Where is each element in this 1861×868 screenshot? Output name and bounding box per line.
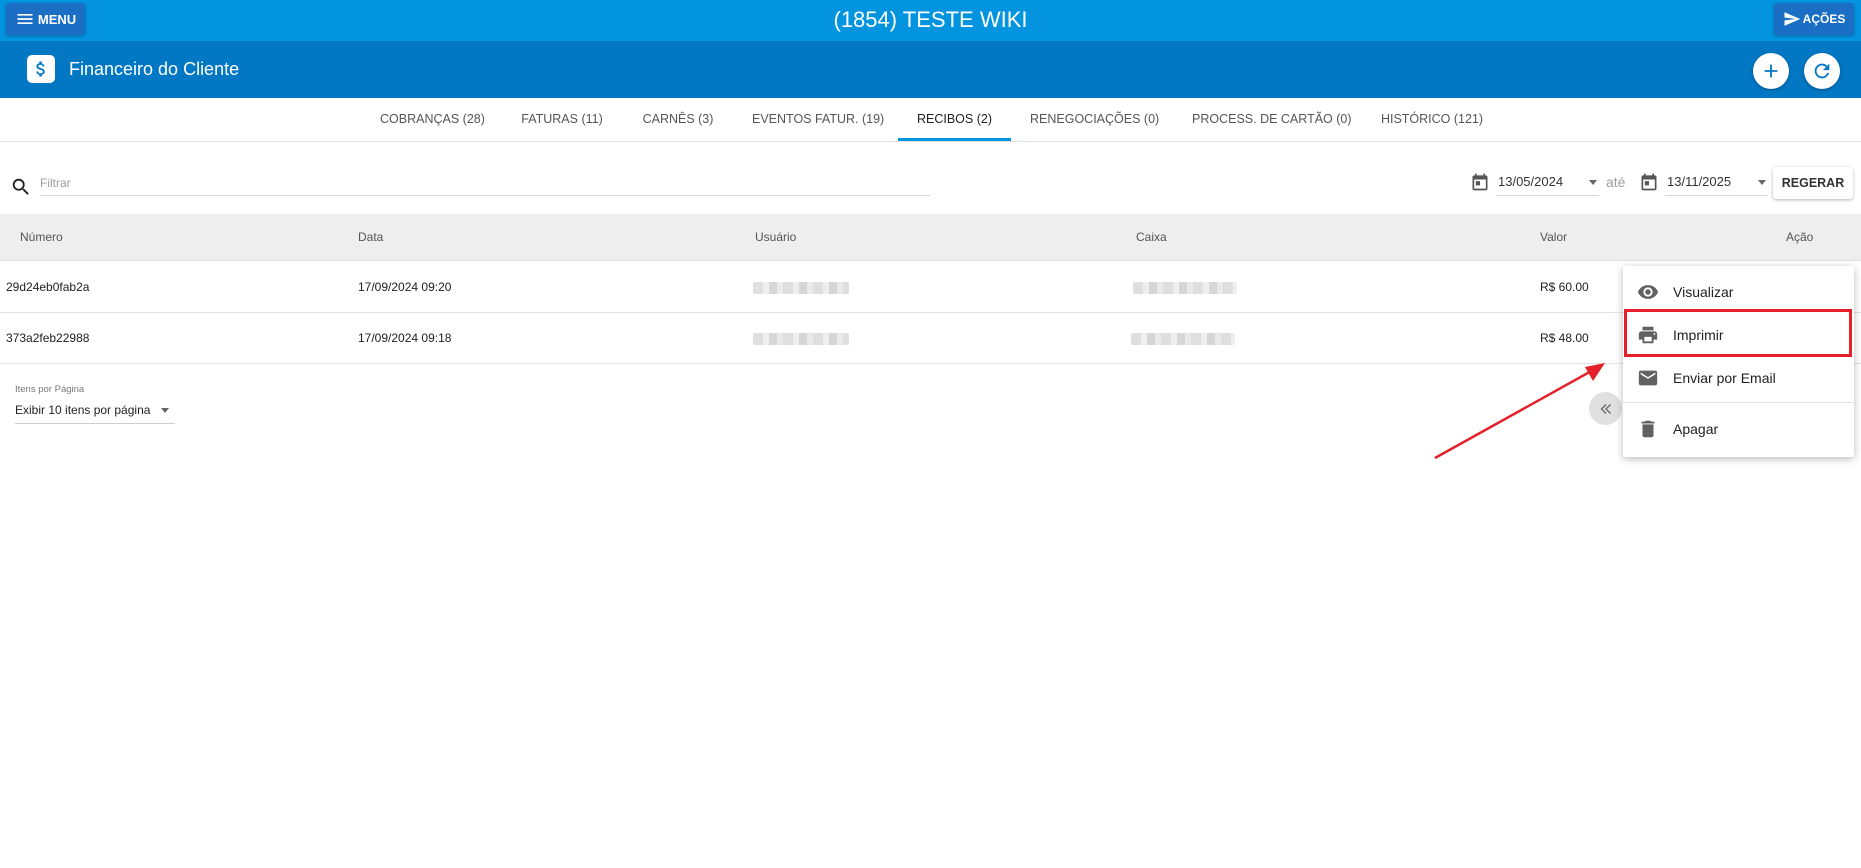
per-page-value: Exibir 10 itens por página [15,403,151,417]
search-icon [12,178,29,195]
chevron-down-icon [1758,180,1766,185]
redacted-caixa [1133,282,1237,294]
column-header-numero[interactable]: Número [20,214,63,261]
tab-carnes[interactable]: CARNÊS (3) [642,98,714,142]
page-header: Financeiro do Cliente [0,41,1861,98]
refresh-button[interactable] [1804,53,1840,89]
tab-historico[interactable]: HISTÓRICO (121) [1380,98,1484,142]
menu-item-apagar[interactable]: Apagar [1623,408,1854,450]
tab-renegociacoes[interactable]: RENEGOCIAÇÕES (0) [1030,98,1159,142]
chevron-down-icon [161,408,169,413]
date-to-field[interactable]: 13/11/2025 [1665,170,1768,196]
column-header-acao: Ação [1786,230,1814,244]
menu-button[interactable]: MENU [6,3,85,35]
tab-bar: COBRANÇAS (28) FATURAS (11) CARNÊS (3) E… [0,98,1861,142]
chevron-down-icon [1589,180,1597,185]
tab-cobrancas[interactable]: COBRANÇAS (28) [380,98,485,142]
redacted-usuario [753,282,849,294]
menu-item-enviar-email[interactable]: Enviar por Email [1623,357,1854,399]
refresh-icon [1814,63,1830,79]
calendar-icon[interactable] [1639,172,1659,192]
trash-icon [1641,420,1655,438]
column-header-valor[interactable]: Valor [1540,214,1567,261]
cell-numero: 373a2feb22988 [6,331,90,345]
page-title: Financeiro do Cliente [69,59,240,79]
column-header-usuario[interactable]: Usuário [755,214,796,261]
acoes-button[interactable]: AÇÕES [1774,3,1854,35]
red-arrow-annotation [1434,363,1605,460]
date-to-value: 13/11/2025 [1667,174,1732,189]
action-menu: Visualizar Imprimir Enviar por Email Apa… [1623,266,1854,457]
top-bar: MENU (1854) TESTE WIKI AÇÕES [0,0,1861,41]
acoes-button-label: AÇÕES [1802,12,1846,26]
app-title: (1854) TESTE WIKI [833,7,1028,32]
menu-item-visualizar[interactable]: Visualizar [1623,271,1854,313]
cell-numero: 29d24eb0fab2a [6,280,90,294]
per-page-select[interactable]: Exibir 10 itens por página [15,398,175,424]
tab-recibos[interactable]: RECIBOS (2) [898,98,1011,142]
cell-data: 17/09/2024 09:18 [358,331,452,345]
table-row[interactable]: 29d24eb0fab2a 17/09/2024 09:20 R$ 60.00 [0,262,1861,313]
regerar-button[interactable]: REGERAR [1773,167,1853,199]
add-button[interactable] [1753,53,1789,89]
menu-item-label: Enviar por Email [1673,370,1776,386]
dollar-icon [27,55,55,83]
send-icon [1784,12,1800,26]
column-header-data[interactable]: Data [358,214,383,261]
menu-button-label: MENU [37,11,77,27]
cell-valor: R$ 60.00 [1540,280,1589,294]
menu-item-label: Visualizar [1673,284,1734,300]
date-from-value: 13/05/2024 [1498,174,1564,189]
active-tab-indicator [898,138,1011,141]
column-header-caixa[interactable]: Caixa [1136,214,1167,261]
menu-divider [1623,402,1854,403]
tab-process-cartao[interactable]: PROCESS. DE CARTÃO (0) [1192,98,1352,142]
table-header: Número Data Usuário Caixa Valor Ação [0,214,1861,261]
date-separator: até [1606,174,1626,190]
filter-input[interactable] [40,171,930,196]
mail-icon [1638,370,1658,386]
date-from-field[interactable]: 13/05/2024 [1496,170,1599,196]
per-page-label: Itens por Página [15,384,85,395]
cell-data: 17/09/2024 09:20 [358,280,452,294]
menu-item-label: Apagar [1673,421,1719,437]
eye-icon [1637,285,1659,299]
tab-faturas[interactable]: FATURAS (11) [518,98,606,142]
tab-eventos-fatur[interactable]: EVENTOS FATUR. (19) [752,98,884,142]
hamburger-icon [17,14,33,24]
app-root: MENU (1854) TESTE WIKI AÇÕES Financeiro … [0,0,1861,868]
plus-icon [1764,64,1778,78]
redacted-usuario [753,333,849,345]
redacted-caixa [1131,333,1235,345]
highlight-annotation [1624,309,1852,357]
calendar-icon[interactable] [1470,172,1490,192]
